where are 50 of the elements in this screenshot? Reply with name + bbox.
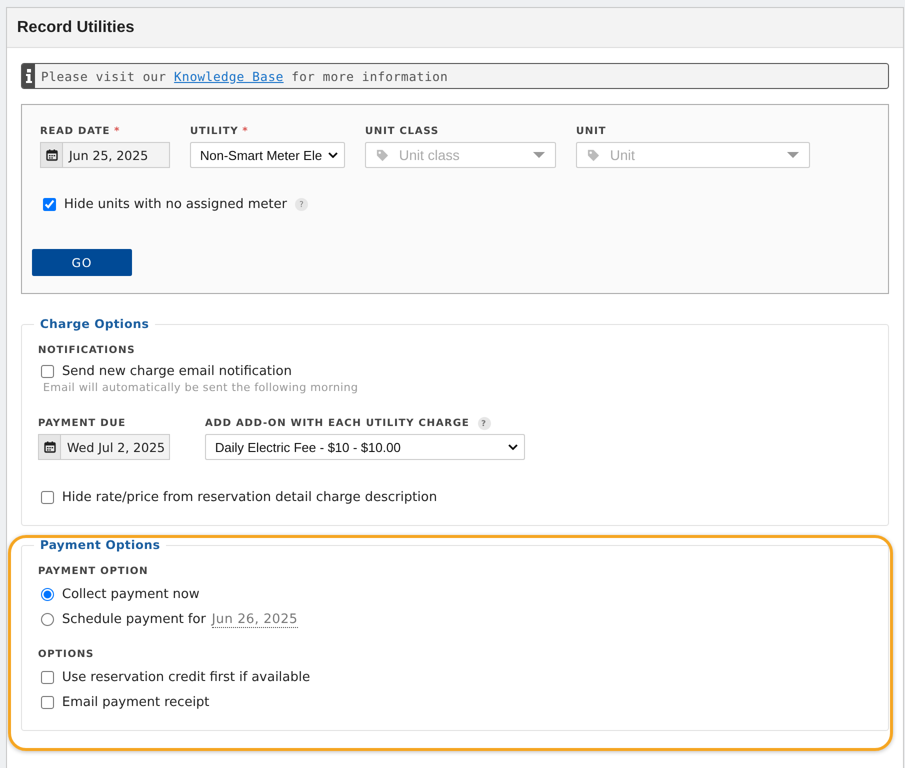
unit-class-select[interactable]: Unit class <box>365 142 556 168</box>
utility-select[interactable]: Non-Smart Meter Ele <box>190 142 345 168</box>
knowledge-base-link[interactable]: Knowledge Base <box>174 68 284 84</box>
section-label: PAYMENT OPTION <box>38 566 150 577</box>
radio-label: Schedule payment for <box>62 612 206 627</box>
checkbox-label: Email payment receipt <box>62 695 210 710</box>
tag-icon <box>376 148 389 162</box>
help-icon[interactable]: ? <box>478 416 491 430</box>
help-icon[interactable]: ? <box>295 198 308 211</box>
checkbox[interactable] <box>41 671 54 684</box>
field-label: READ DATE <box>40 126 110 136</box>
go-button[interactable]: GO <box>32 249 132 276</box>
section-label: NOTIFICATIONS <box>38 345 136 356</box>
required-mark: * <box>242 126 248 136</box>
notice-text: Please visit our Knowledge Base for more information <box>41 68 448 84</box>
checkbox-label: Hide rate/price from reservation detail charge description <box>62 490 438 505</box>
field-label: ADD ADD-ON WITH EACH UTILITY CHARGE <box>205 418 470 428</box>
date-field[interactable]: Jun 25, 2025 <box>40 142 170 168</box>
dropdown-arrow-icon <box>533 152 545 158</box>
calendar-icon <box>46 149 58 161</box>
date-link[interactable]: Jun 26, 2025 <box>212 612 298 628</box>
field-label: PAYMENT DUE <box>38 418 126 428</box>
tag-icon <box>587 148 600 162</box>
checkbox[interactable] <box>41 696 54 709</box>
radio-button[interactable] <box>41 613 54 626</box>
checkbox-label: Send new charge email notification <box>62 364 292 379</box>
calendar-icon <box>44 441 56 453</box>
checkbox[interactable] <box>41 365 54 378</box>
chevron-icon <box>508 444 518 450</box>
field-label: UNIT CLASS <box>365 126 439 136</box>
date-field[interactable]: Wed Jul 2, 2025 <box>38 434 170 460</box>
field-label: UNIT <box>576 126 606 136</box>
field-label: UTILITY <box>190 126 238 136</box>
required-mark: * <box>114 126 120 136</box>
chevron-icon <box>328 152 338 158</box>
checkbox-label: Hide units with no assigned meter <box>64 197 287 212</box>
section-legend: Charge Options <box>34 317 156 331</box>
checkbox-label: Use reservation credit first if available <box>62 670 310 685</box>
unit-select[interactable]: Unit <box>576 142 810 168</box>
radio-label: Collect payment now <box>62 587 200 602</box>
panel-title: Record Utilities <box>17 18 134 36</box>
add-on-select[interactable]: Daily Electric Fee - $10 - $10.00 <box>205 434 525 460</box>
checkbox[interactable] <box>43 198 56 211</box>
hint-text: Email will automatically be sent the following morning <box>43 381 360 394</box>
radio-button[interactable] <box>41 588 54 601</box>
section-legend: Payment Options <box>34 538 166 552</box>
section-label: OPTIONS <box>38 649 96 660</box>
checkbox[interactable] <box>41 491 54 504</box>
dropdown-arrow-icon <box>787 152 799 158</box>
info-icon <box>26 69 32 83</box>
